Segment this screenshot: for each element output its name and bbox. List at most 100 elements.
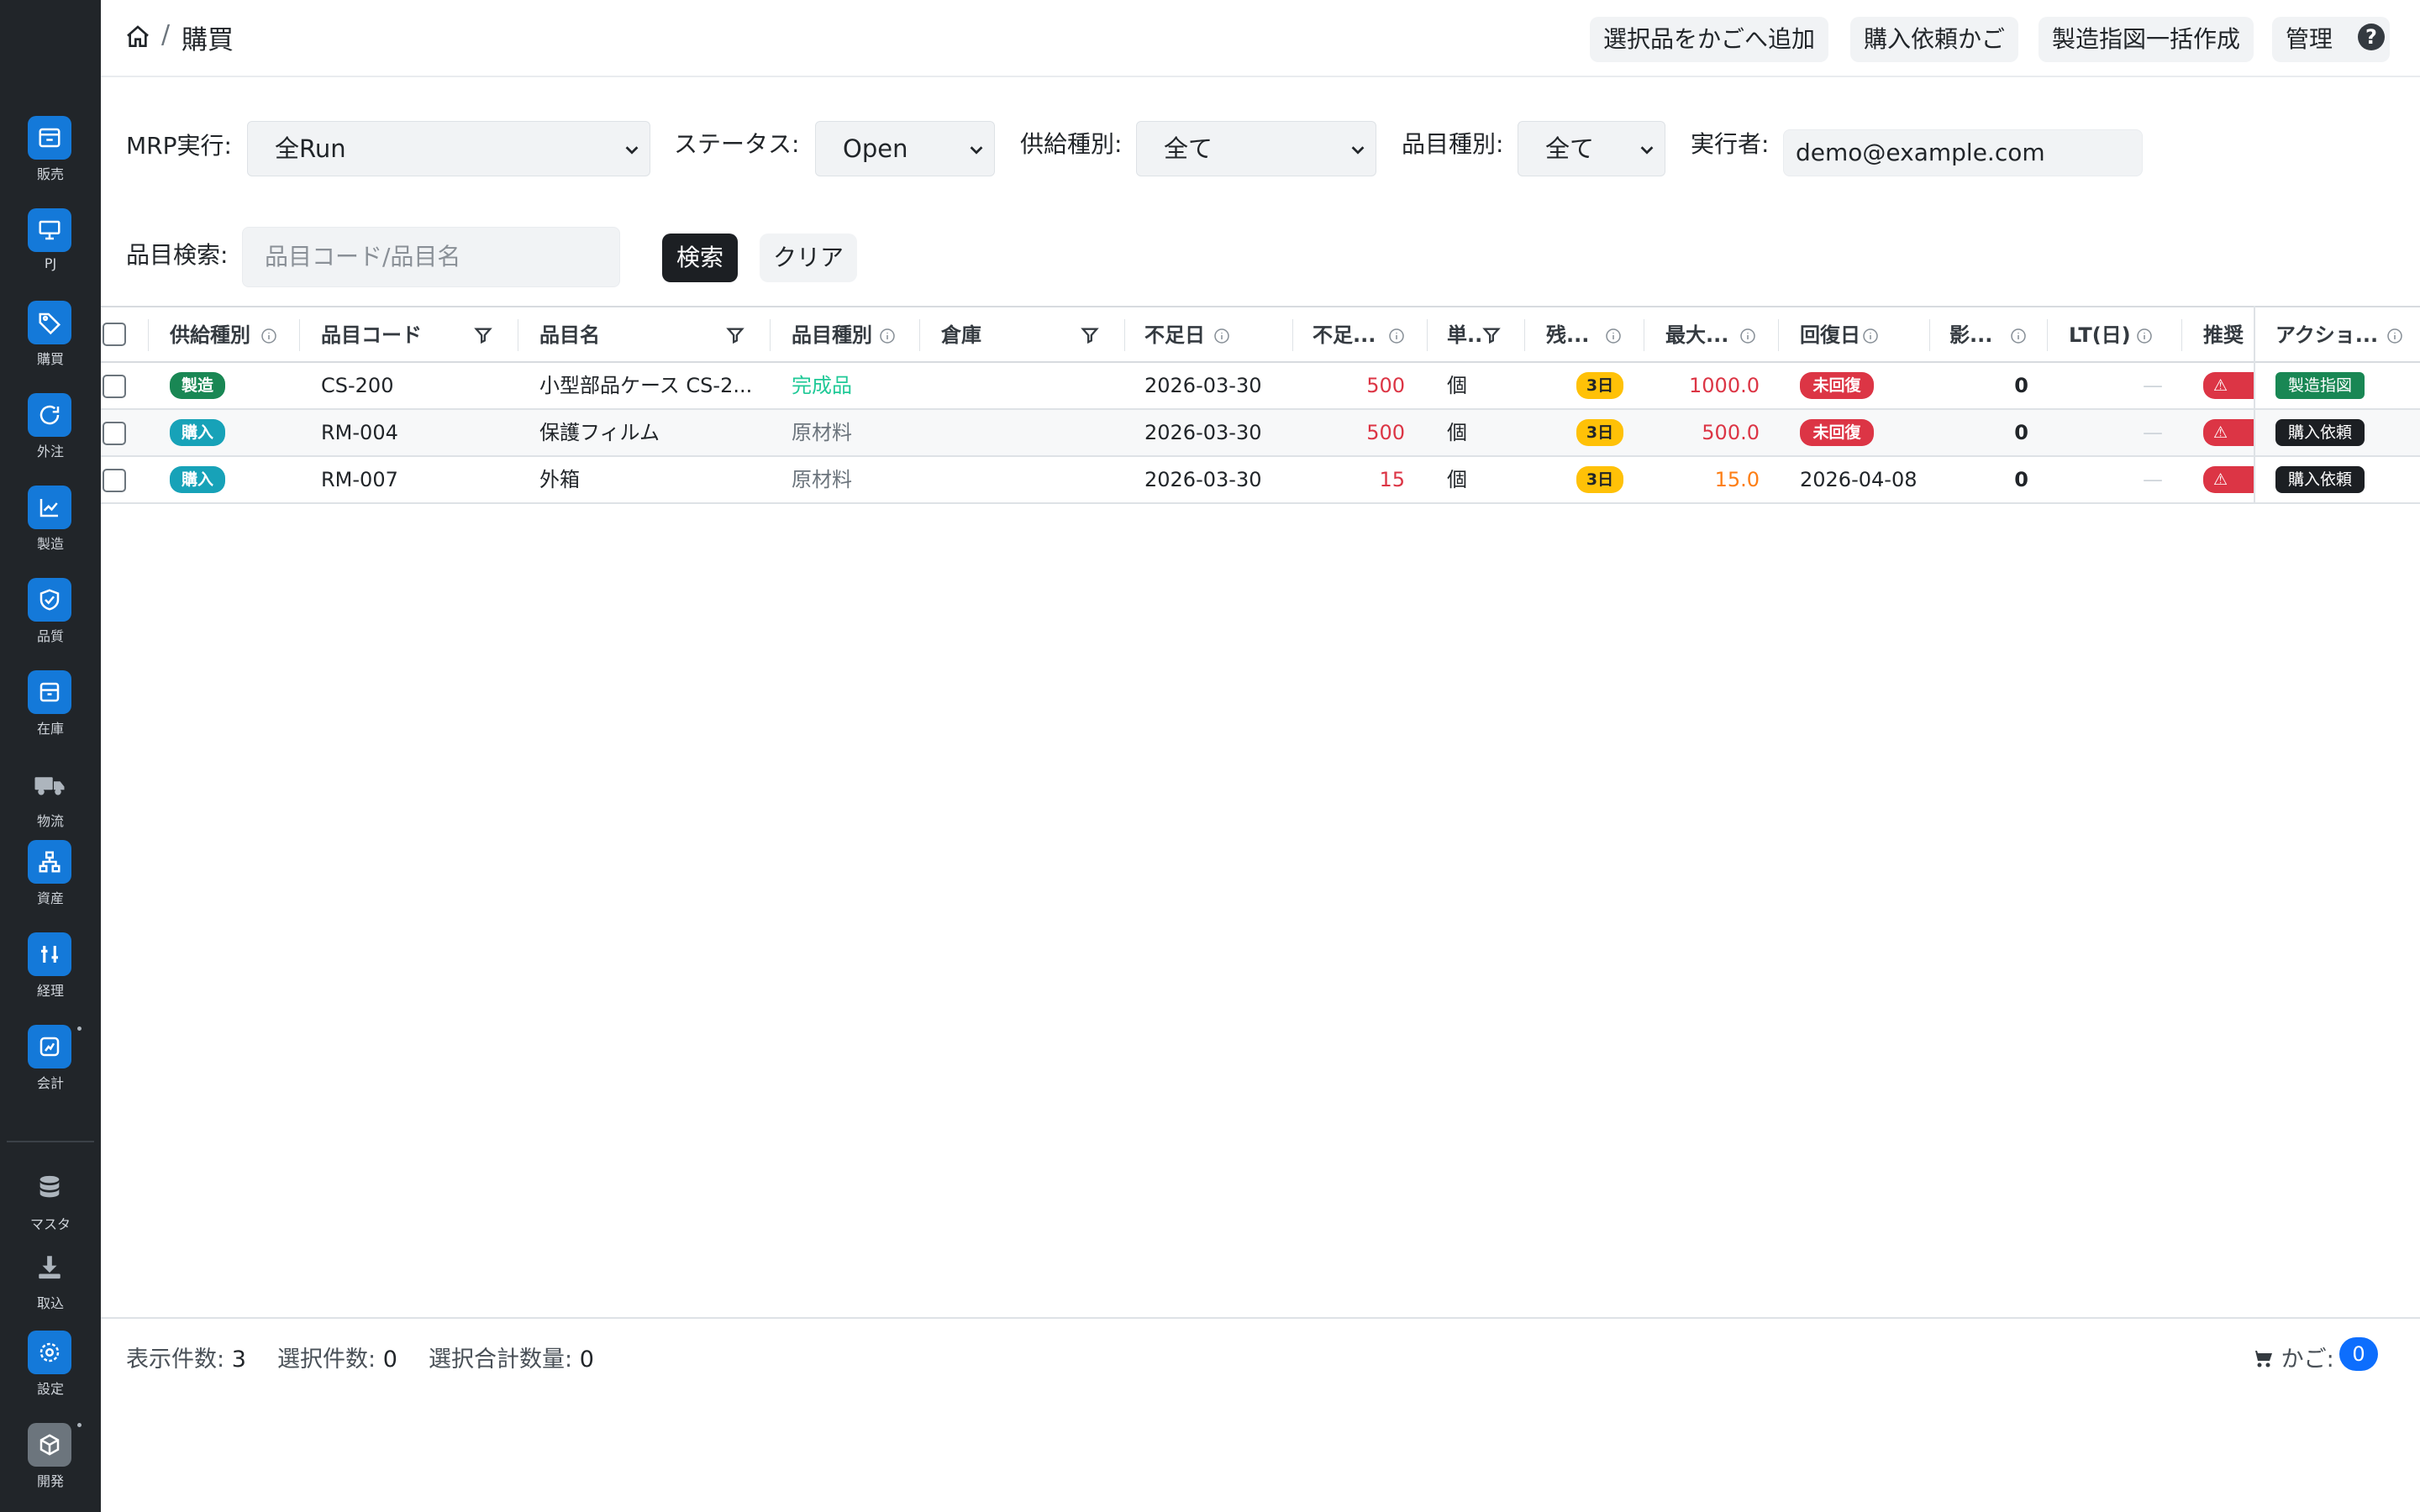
column-divider — [1778, 319, 1779, 351]
footer-status-bar: 表示件数: 3 選択件数: 0 選択合計数量: 0 かご: — [101, 1317, 2420, 1512]
col-warehouse[interactable]: 倉庫 — [941, 307, 981, 363]
mrp-select[interactable]: 全Run — [247, 121, 650, 176]
sidebar-item-label: 会計 — [36, 1075, 64, 1091]
cart-summary[interactable]: かご: — [2252, 1341, 2334, 1373]
remaining-badge: 3日 — [1576, 466, 1623, 493]
request-cart-button[interactable]: 購入依頼かご — [1850, 17, 2019, 62]
info-icon[interactable] — [1739, 328, 1756, 344]
col-recommended[interactable]: 推奨 — [2203, 307, 2252, 363]
item-type-select[interactable]: 全て — [1518, 121, 1665, 176]
shortage-qty: 15 — [1379, 468, 1405, 491]
sidebar-item-purchasing[interactable]: 購買 — [0, 301, 101, 385]
sidebar-item-sales[interactable]: 販売 — [0, 116, 101, 200]
table-row[interactable]: 購入 RM-004 保護フィルム 原材料 2026-03-30 500 個 3日… — [101, 410, 2420, 457]
selected-count-label: 選択件数: — [277, 1347, 376, 1373]
sidebar-item-import[interactable]: 取込 — [0, 1245, 101, 1329]
info-icon[interactable] — [1388, 328, 1405, 344]
chevron-down-icon — [970, 146, 983, 155]
row-checkbox[interactable] — [103, 469, 126, 492]
create-mfg-order-button[interactable]: 製造指図 — [2275, 372, 2365, 399]
shield-check-icon — [28, 578, 71, 622]
info-icon[interactable] — [1213, 328, 1230, 344]
col-unit[interactable]: 単.. — [1447, 307, 1482, 363]
selected-total-label: 選択合計数量: — [429, 1347, 573, 1373]
selected-count-value: 0 — [382, 1347, 397, 1373]
table-row[interactable]: 購入 RM-007 外箱 原材料 2026-03-30 15 個 3日 15.0… — [101, 457, 2420, 504]
purchase-request-button[interactable]: 購入依頼 — [2275, 466, 2365, 493]
col-lt[interactable]: LT(日) — [2069, 307, 2131, 363]
info-icon[interactable] — [1862, 328, 1879, 344]
info-icon[interactable] — [260, 328, 277, 344]
col-shortage-date[interactable]: 不足日 — [1144, 307, 1205, 363]
search-button[interactable]: 検索 — [662, 234, 738, 282]
col-action[interactable]: アクショ... — [2275, 307, 2378, 363]
item-search-input[interactable]: 品目コード/品目名 — [242, 227, 620, 287]
col-item-type[interactable]: 品目種別 — [792, 307, 872, 363]
sidebar-item-dev[interactable]: 開発 — [0, 1423, 101, 1507]
sidebar-item-master[interactable]: マスタ — [0, 1166, 101, 1250]
column-divider — [1427, 319, 1428, 351]
filter-icon[interactable] — [474, 326, 492, 344]
lt-value: — — [2143, 468, 2163, 491]
info-icon[interactable] — [2386, 328, 2403, 344]
col-shortage-qty[interactable]: 不足... — [1313, 307, 1376, 363]
unit: 個 — [1447, 468, 1467, 491]
col-impact[interactable]: 影... — [1949, 307, 1992, 363]
col-item-name[interactable]: 品目名 — [539, 307, 600, 363]
sidebar-item-inventory[interactable]: 在庫 — [0, 670, 101, 754]
filter-icon[interactable] — [1081, 326, 1099, 344]
col-remaining[interactable]: 残... — [1546, 307, 1589, 363]
chevron-down-icon — [1351, 146, 1365, 155]
tag-icon — [28, 301, 71, 344]
select-all-checkbox[interactable] — [103, 323, 126, 346]
recovery-badge: 未回復 — [1800, 372, 1874, 399]
sidebar: 販売 PJ 購買 外注 製造 品質 在庫 物流 資産 経理 会計 マスタ 取込 … — [0, 0, 101, 1512]
info-icon[interactable] — [2010, 328, 2027, 344]
table-row[interactable]: 製造 CS-200 小型部品ケース CS-2... 完成品 2026-03-30… — [101, 363, 2420, 410]
sidebar-item-pj[interactable]: PJ — [0, 208, 101, 292]
displayed-count: 表示件数: 3 — [126, 1341, 246, 1373]
col-recovery-date[interactable]: 回復日 — [1800, 307, 1860, 363]
row-checkbox[interactable] — [103, 422, 126, 445]
sidebar-item-logistics[interactable]: 物流 — [0, 763, 101, 847]
item-code: RM-007 — [321, 468, 398, 491]
help-icon[interactable]: ? — [2358, 24, 2385, 50]
column-divider — [1124, 319, 1125, 351]
column-divider — [2181, 319, 2182, 351]
sidebar-item-label: 在庫 — [36, 721, 64, 737]
chevron-down-icon — [625, 146, 639, 155]
home-icon[interactable] — [124, 24, 151, 54]
info-icon[interactable] — [879, 328, 896, 344]
sidebar-item-quality[interactable]: 品質 — [0, 578, 101, 662]
col-max[interactable]: 最大... — [1665, 307, 1728, 363]
sidebar-item-label: 品質 — [36, 628, 64, 644]
filter-icon[interactable] — [1482, 326, 1501, 344]
supply-type-select[interactable]: 全て — [1136, 121, 1376, 176]
selected-total: 選択合計数量: 0 — [429, 1341, 594, 1373]
executor-field[interactable]: demo@example.com — [1783, 129, 2143, 176]
add-to-cart-button[interactable]: 選択品をかごへ追加 — [1590, 17, 1829, 62]
col-supply-type[interactable]: 供給種別 — [170, 307, 250, 363]
info-icon[interactable] — [2136, 328, 2153, 344]
sidebar-item-outsourcing[interactable]: 外注 — [0, 393, 101, 477]
cart-count-badge[interactable]: 0 — [2339, 1337, 2378, 1371]
clear-button[interactable]: クリア — [760, 234, 857, 282]
purchase-request-button[interactable]: 購入依頼 — [2275, 419, 2365, 446]
sidebar-item-label: 外注 — [36, 444, 64, 459]
lt-value: — — [2143, 374, 2163, 397]
nav-indicator — [77, 1026, 82, 1031]
sidebar-item-manufacturing[interactable]: 製造 — [0, 486, 101, 570]
row-checkbox[interactable] — [103, 375, 126, 398]
status-select[interactable]: Open — [815, 121, 995, 176]
nav-indicator — [77, 1423, 82, 1427]
sidebar-item-accounting[interactable]: 会計 — [0, 1025, 101, 1109]
info-icon[interactable] — [1605, 328, 1622, 344]
col-item-code[interactable]: 品目コード — [321, 307, 422, 363]
recommended-badge: ⚠ 20 — [2203, 466, 2254, 493]
sidebar-item-assets[interactable]: 資産 — [0, 840, 101, 924]
filter-icon[interactable] — [726, 326, 744, 344]
store-icon — [28, 116, 71, 160]
sidebar-item-settings[interactable]: 設定 — [0, 1331, 101, 1415]
bulk-create-button[interactable]: 製造指図一括作成 — [2039, 17, 2254, 62]
sidebar-item-finance[interactable]: 経理 — [0, 932, 101, 1016]
